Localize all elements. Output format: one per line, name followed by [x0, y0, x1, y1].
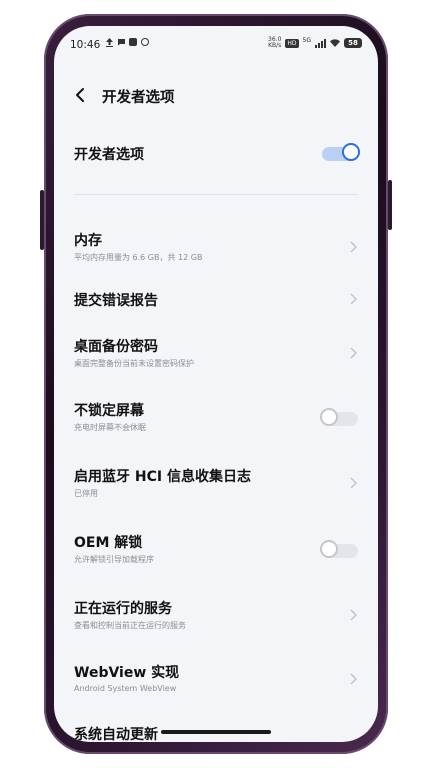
battery-icon: 58 — [344, 38, 362, 48]
toggle-knob — [320, 540, 338, 558]
list-item-title: 内存 — [74, 233, 102, 249]
screen: 10:46 36.0 KB/s HD 5G 58 开发者选项 开发者选项 内存 … — [54, 26, 378, 742]
upload-icon — [106, 38, 113, 47]
list-item-subtitle: 桌面完整备份当前未设置密码保护 — [74, 359, 194, 368]
list-item-subtitle: 平均内存用量为 6.6 GB，共 12 GB — [74, 253, 203, 262]
list-item-subtitle: 允许解锁引导加载程序 — [74, 555, 154, 564]
status-bar: 10:46 36.0 KB/s HD 5G 58 — [54, 26, 378, 66]
hd-badge: HD — [285, 38, 299, 48]
list-item-bug-report[interactable]: 提交错误报告 — [54, 286, 378, 326]
phone-side-button — [40, 190, 44, 250]
list-item-title: 启用蓝牙 HCI 信息收集日志 — [74, 469, 251, 485]
notification-icons — [106, 38, 149, 47]
status-right-icons: 36.0 KB/s HD 5G 58 — [268, 37, 362, 49]
chevron-right-icon — [350, 241, 357, 253]
list-item-title: WebView 实现 — [74, 665, 180, 681]
developer-options-row[interactable]: 开发者选项 — [54, 136, 378, 172]
list-item-webview[interactable]: WebView 实现 Android System WebView — [54, 658, 378, 708]
link-icon — [141, 38, 149, 46]
chevron-right-icon — [350, 609, 357, 621]
list-item-subtitle: 查看和控制当前正在运行的服务 — [74, 621, 186, 630]
list-item-memory[interactable]: 内存 平均内存用量为 6.6 GB，共 12 GB — [54, 226, 378, 276]
chevron-right-icon — [350, 293, 357, 305]
list-item-title: 正在运行的服务 — [74, 601, 172, 617]
list-item-running-services[interactable]: 正在运行的服务 查看和控制当前正在运行的服务 — [54, 594, 378, 644]
chevron-right-icon — [350, 477, 357, 489]
list-item-title: OEM 解锁 — [74, 535, 143, 551]
back-arrow-icon[interactable] — [72, 86, 90, 104]
developer-options-toggle[interactable] — [322, 143, 360, 161]
home-indicator[interactable] — [161, 730, 271, 734]
stay-awake-toggle[interactable] — [320, 408, 358, 426]
net-speed: 36.0 KB/s — [268, 37, 281, 49]
list-item-oem-unlock[interactable]: OEM 解锁 允许解锁引导加载程序 — [54, 528, 378, 578]
list-item-subtitle: 已停用 — [74, 489, 98, 498]
list-item-subtitle: Android System WebView — [74, 684, 177, 693]
chevron-right-icon — [350, 347, 357, 359]
developer-options-label: 开发者选项 — [74, 147, 144, 163]
divider — [74, 194, 358, 195]
page-header: 开发者选项 — [54, 78, 378, 114]
list-item-title: 系统自动更新 — [74, 727, 158, 742]
list-item-bluetooth-hci-log[interactable]: 启用蓝牙 HCI 信息收集日志 已停用 — [54, 462, 378, 512]
message-icon — [117, 38, 125, 46]
list-item-title: 不锁定屏幕 — [74, 403, 144, 419]
list-item-title: 桌面备份密码 — [74, 339, 158, 355]
oem-unlock-toggle[interactable] — [320, 540, 358, 558]
chevron-right-icon — [350, 673, 357, 685]
list-item-backup-password[interactable]: 桌面备份密码 桌面完整备份当前未设置密码保护 — [54, 332, 378, 382]
status-time: 10:46 — [70, 39, 101, 51]
mail-icon — [129, 38, 137, 46]
phone-side-button — [388, 180, 392, 230]
wifi-icon — [330, 39, 340, 47]
toggle-knob — [320, 408, 338, 426]
page-title: 开发者选项 — [102, 90, 175, 106]
signal-icon — [315, 38, 326, 48]
network-type: 5G — [302, 37, 311, 44]
list-item-title: 提交错误报告 — [74, 293, 158, 309]
toggle-knob — [342, 143, 360, 161]
net-speed-unit: KB/s — [268, 42, 282, 49]
list-item-subtitle: 充电时屏幕不会休眠 — [74, 423, 146, 432]
list-item-stay-awake[interactable]: 不锁定屏幕 充电时屏幕不会休眠 — [54, 396, 378, 446]
